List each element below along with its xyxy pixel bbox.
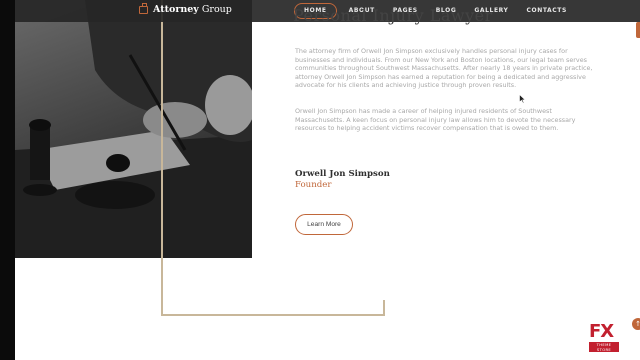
brand-logo[interactable]: Attorney Group <box>139 2 232 15</box>
mouse-cursor-icon <box>519 94 526 104</box>
nav-contacts[interactable]: CONTACTS <box>521 4 573 18</box>
learn-more-button[interactable]: Learn More <box>295 214 353 235</box>
decorative-gold-line-vertical <box>161 0 163 316</box>
arrow-up-icon[interactable]: ↑ <box>632 318 640 330</box>
watermark-subtitle: THEME STORE <box>589 342 619 352</box>
left-dark-strip <box>0 0 15 360</box>
fx-theme-store-watermark: FX THEME STORE <box>589 323 621 352</box>
brand-name: Attorney Group <box>153 4 232 15</box>
lawyer-signing-photo <box>15 0 252 258</box>
founder-role: Founder <box>295 180 332 190</box>
briefcase-icon <box>139 2 148 14</box>
decorative-gold-line-end <box>383 300 385 316</box>
founder-name: Orwell Jon Simpson <box>295 169 390 179</box>
scroll-indicator[interactable] <box>636 22 640 38</box>
watermark-logo: FX <box>589 321 614 342</box>
decorative-gold-line-horizontal <box>161 314 385 316</box>
section-heading: Personal Injury Lawyer <box>293 6 493 25</box>
career-paragraph: Orwell Jon Simpson has made a career of … <box>295 107 576 133</box>
intro-paragraph: The attorney firm of Orwell Jon Simpson … <box>295 47 593 90</box>
